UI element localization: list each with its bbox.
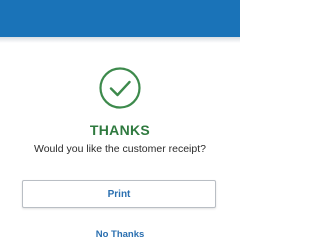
thanks-title: THANKS: [89, 122, 151, 138]
receipt-question: Would you like the customer receipt?: [34, 143, 206, 155]
no-thanks-link[interactable]: No Thanks: [0, 229, 240, 240]
print-button-label: Print: [107, 188, 131, 200]
header-shadow: [0, 37, 240, 43]
check-circle-icon: [98, 66, 142, 110]
print-button[interactable]: Print: [22, 180, 216, 208]
header-bar: [0, 0, 240, 37]
